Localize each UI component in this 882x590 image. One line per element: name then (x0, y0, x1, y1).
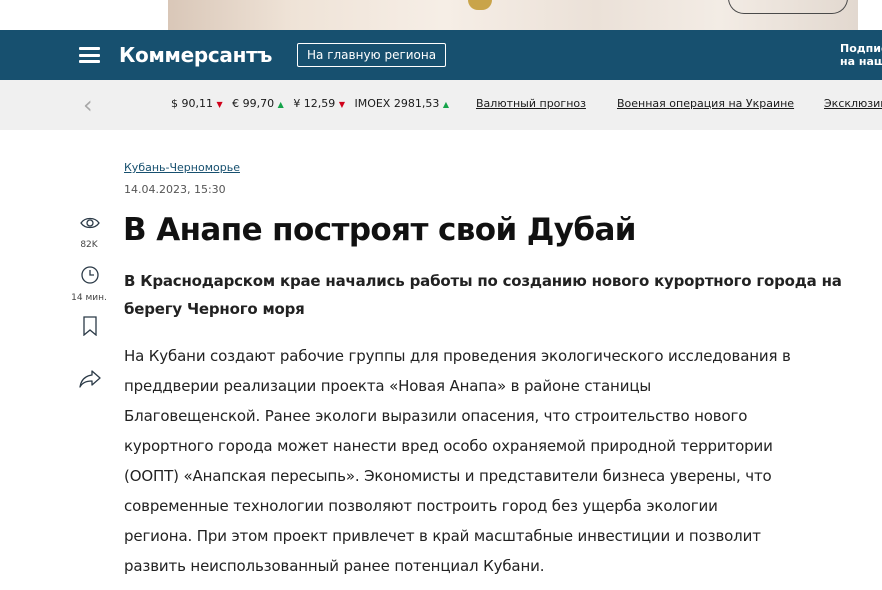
article-title: В Анапе построят свой Дубай (123, 212, 637, 248)
body-line: преддверии реализации проекта «Новая Ана… (124, 377, 652, 395)
link-exclusive[interactable]: Эксклюзив (824, 97, 882, 110)
chevron-left-icon[interactable]: ‹ (83, 93, 99, 117)
body-line: курортного города может нанести вред осо… (124, 437, 773, 455)
body-line: На Кубани создают рабочие группы для про… (124, 347, 791, 365)
share-arrow-icon[interactable] (79, 370, 101, 392)
body-line: региона. При этом проект привлечет в кра… (124, 527, 761, 545)
hamburger-menu-icon[interactable] (79, 47, 100, 63)
article-body: На Кубани создают рабочие группы для про… (124, 341, 864, 581)
body-line: (ООПТ) «Анапская пересыпь». Экономисты и… (124, 467, 772, 485)
ad-bracelet-graphic (728, 0, 848, 14)
quote-cny-value: ¥ 12,59 (293, 97, 336, 110)
advertisement-banner[interactable] (0, 0, 882, 30)
trend-up-icon: ▲ (442, 100, 449, 109)
quote-eur[interactable]: € 99,70 ▲ (232, 97, 284, 110)
article-date: 14.04.2023, 15:30 (124, 183, 226, 196)
views-count: 82K (80, 240, 98, 250)
subscribe-line-2: на наш (840, 55, 882, 68)
quote-eur-value: € 99,70 (232, 97, 275, 110)
body-line: современные технологии позволяют построи… (124, 497, 718, 515)
quote-usd-value: $ 90,11 (171, 97, 213, 110)
link-currency-forecast[interactable]: Валютный прогноз (476, 97, 586, 110)
quote-imoex[interactable]: IMOEX 2981,53 ▲ (354, 97, 449, 110)
quote-imoex-value: IMOEX 2981,53 (354, 97, 440, 110)
quote-usd[interactable]: $ 90,11 ▼ (171, 97, 223, 110)
trend-down-icon: ▼ (338, 100, 345, 109)
bookmark-icon[interactable] (79, 316, 101, 340)
trend-down-icon: ▼ (216, 100, 223, 109)
quote-cny[interactable]: ¥ 12,59 ▼ (293, 97, 345, 110)
region-home-button[interactable]: На главную региона (297, 43, 447, 67)
subscribe-line-1: Подпис (840, 42, 882, 55)
clock-icon (79, 266, 101, 288)
article-rubric[interactable]: Кубань-Черноморье (124, 161, 240, 174)
body-line: развить неиспользованный ранее потенциал… (124, 557, 545, 575)
subscribe-link[interactable]: Подпис на наш (840, 42, 882, 68)
article-subtitle: В Краснодарском крае начались работы по … (124, 272, 842, 318)
market-quotes: $ 90,11 ▼ € 99,70 ▲ ¥ 12,59 ▼ IMOEX 2981… (171, 97, 455, 110)
advertisement-image[interactable] (168, 0, 858, 30)
trend-up-icon: ▲ (277, 100, 284, 109)
ad-ring-graphic (468, 0, 492, 10)
eye-icon (79, 215, 101, 234)
site-logo[interactable]: Коммерсантъ (119, 43, 272, 67)
read-time: 14 мин. (71, 293, 107, 303)
body-line: Благовещенской. Ранее экологи выразили о… (124, 407, 748, 425)
link-military-operation[interactable]: Военная операция на Украине (617, 97, 794, 110)
